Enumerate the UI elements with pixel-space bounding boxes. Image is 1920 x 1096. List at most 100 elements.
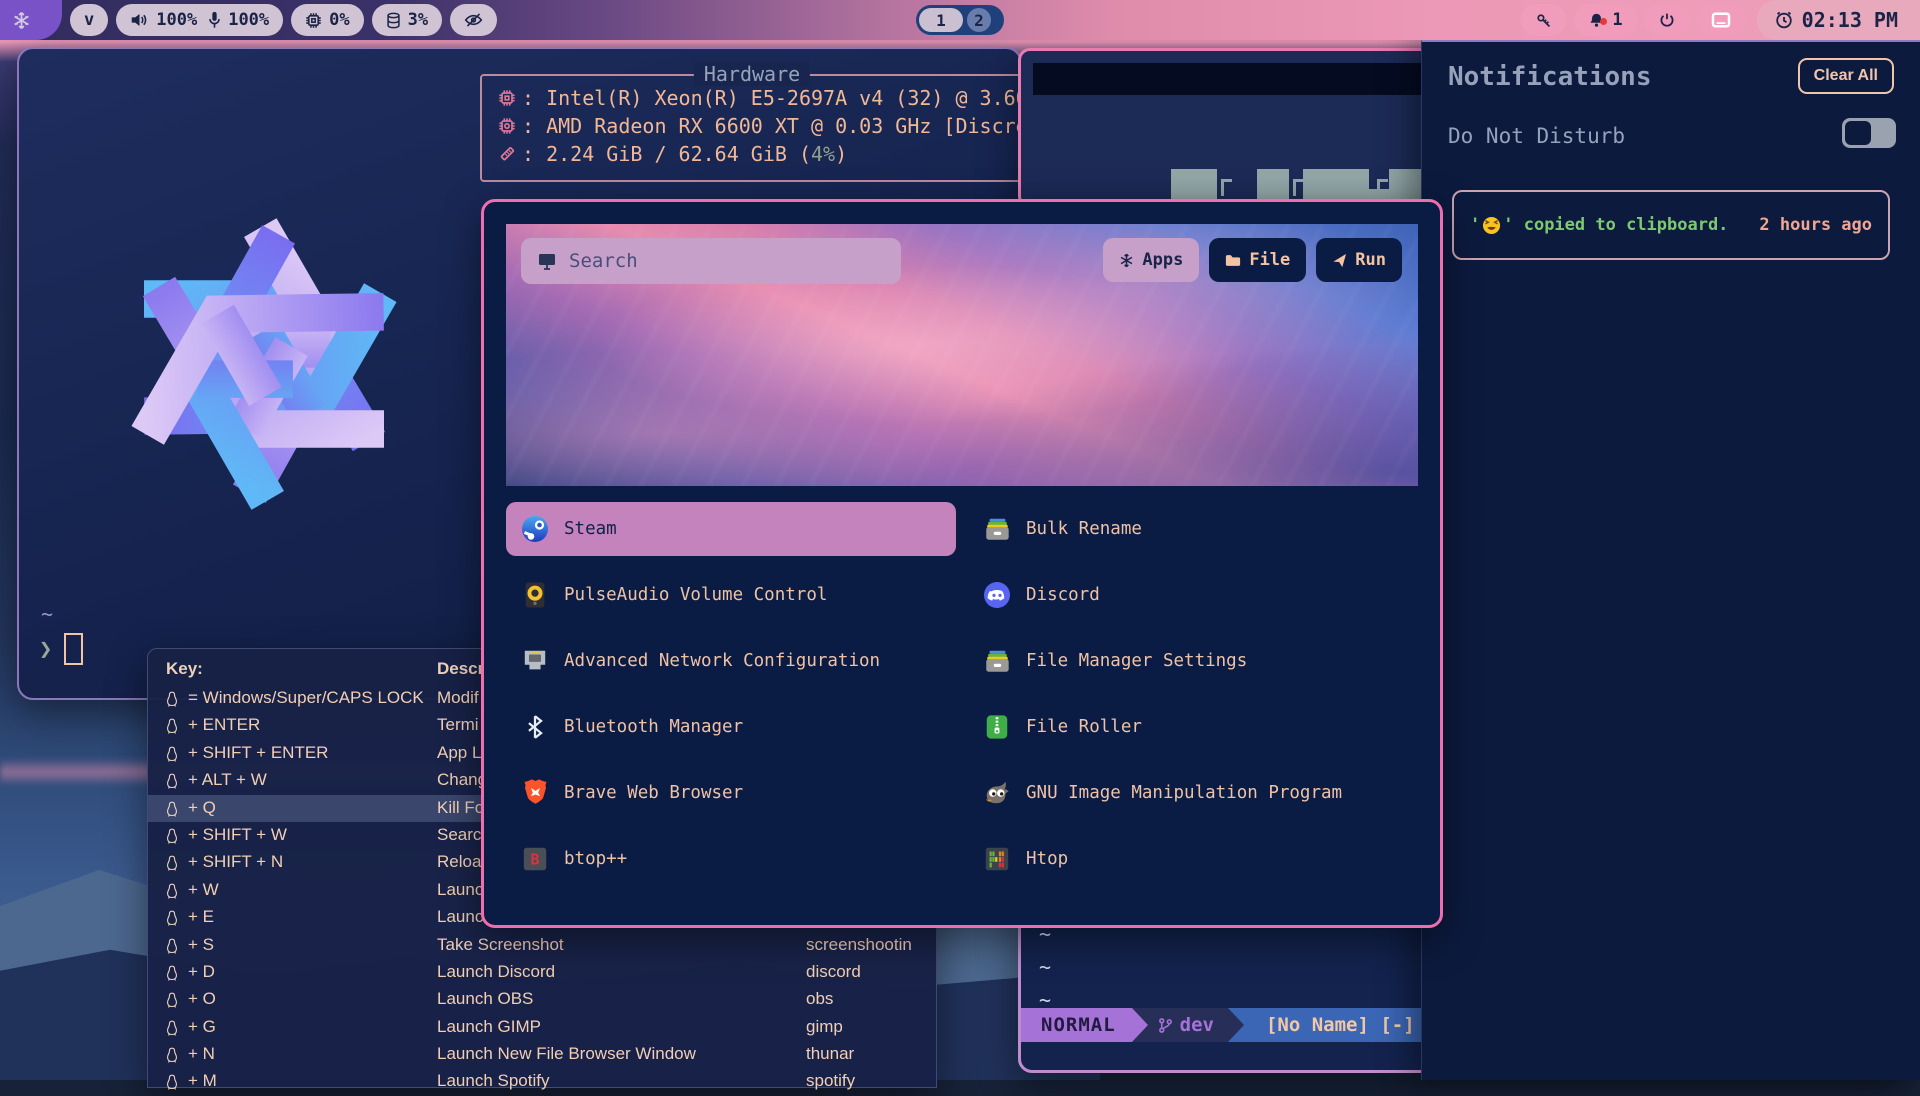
super-key-icon bbox=[166, 855, 178, 871]
app-launcher-window[interactable]: Search Apps File Run bbox=[481, 199, 1443, 928]
memory-info-text: : 2.24 GiB / 62.64 GiB (4%) bbox=[522, 142, 847, 166]
toggle-knob bbox=[1845, 121, 1871, 145]
nvim-git-segment: dev bbox=[1148, 1008, 1228, 1042]
version-widget[interactable]: v bbox=[70, 4, 108, 36]
super-key-icon bbox=[166, 691, 178, 707]
super-key-icon bbox=[166, 718, 178, 734]
cpu-chip-icon bbox=[498, 89, 516, 107]
disk-widget[interactable]: 3% bbox=[372, 4, 442, 36]
app-row-discord[interactable]: Discord bbox=[968, 568, 1418, 622]
hardware-box-title: Hardware bbox=[694, 62, 810, 86]
keybind-description: Launc bbox=[437, 880, 483, 900]
app-row-pulseaudio[interactable]: PulseAudio Volume Control bbox=[506, 568, 956, 622]
cpu-chip-icon bbox=[305, 12, 322, 29]
keybind-description: Chang bbox=[437, 770, 487, 790]
bell-icon bbox=[1588, 12, 1605, 29]
volume-input-value: 100% bbox=[228, 10, 269, 30]
privacy-widget[interactable] bbox=[450, 4, 497, 36]
bluetooth-icon bbox=[520, 712, 550, 742]
super-key-icon bbox=[166, 746, 178, 762]
keybind-key: + D bbox=[188, 962, 215, 982]
file-drawer-icon bbox=[982, 514, 1012, 544]
memory-info-line: : 2.24 GiB / 62.64 GiB (4%) bbox=[498, 140, 1022, 168]
keybind-description: Reloa bbox=[437, 852, 481, 872]
nvim-tilde: ~ bbox=[1039, 955, 1051, 988]
notifications-panel[interactable]: Notifications Clear All Do Not Disturb '… bbox=[1421, 40, 1920, 1080]
workspace-2[interactable]: 2 bbox=[967, 8, 991, 32]
cpu-widget[interactable]: 0% bbox=[291, 4, 363, 36]
volume-widget[interactable]: 100% 100% bbox=[116, 4, 283, 36]
keybind-description: Take Screenshot bbox=[437, 935, 564, 955]
tab-apps[interactable]: Apps bbox=[1103, 238, 1199, 282]
terminal-tilde: ~ bbox=[41, 602, 53, 626]
notification-card[interactable]: ' ' copied to clipboard. 2 hours ago bbox=[1452, 190, 1890, 260]
app-row-htop[interactable]: Htop bbox=[968, 832, 1418, 886]
power-widget[interactable] bbox=[1645, 4, 1689, 36]
app-label: Brave Web Browser bbox=[564, 783, 743, 803]
app-row-bulk-rename[interactable]: Bulk Rename bbox=[968, 502, 1418, 556]
app-row-file-manager-settings[interactable]: File Manager Settings bbox=[968, 634, 1418, 688]
bar-left-widgets: v 100% 100% 0% bbox=[70, 0, 497, 40]
app-label: btop++ bbox=[564, 849, 627, 869]
keybind-command: discord bbox=[806, 962, 861, 982]
git-branch-icon bbox=[1158, 1017, 1173, 1034]
search-placeholder: Search bbox=[569, 250, 638, 272]
app-label: PulseAudio Volume Control bbox=[564, 585, 827, 605]
keybind-row: + MLaunch Spotifyspotify bbox=[148, 1068, 936, 1095]
cpu-usage-value: 0% bbox=[329, 10, 349, 30]
app-row-btop[interactable]: B btop++ bbox=[506, 832, 956, 886]
clear-all-button[interactable]: Clear All bbox=[1798, 58, 1894, 94]
app-row-file-roller[interactable]: File Roller bbox=[968, 700, 1418, 754]
screen-frame-icon bbox=[1711, 12, 1731, 28]
keybind-key: + ENTER bbox=[188, 715, 260, 735]
svg-text:B: B bbox=[531, 851, 540, 869]
app-row-advanced-network[interactable]: Advanced Network Configuration bbox=[506, 634, 956, 688]
keybind-key: + ALT + W bbox=[188, 770, 267, 790]
do-not-disturb-toggle[interactable] bbox=[1842, 118, 1896, 148]
run-send-icon bbox=[1332, 253, 1347, 268]
hardware-info-box: Hardware : Intel(R) Xeon(R) E5-2697A v4 … bbox=[480, 74, 1024, 182]
discord-icon bbox=[982, 580, 1012, 610]
statusline-chevron bbox=[1132, 1008, 1148, 1042]
nvim-mode-segment: NORMAL bbox=[1021, 1008, 1132, 1042]
super-key-icon bbox=[166, 1074, 178, 1090]
search-input[interactable]: Search bbox=[521, 238, 901, 284]
gpu-chip-icon bbox=[498, 117, 516, 135]
notifications-widget[interactable]: 1 bbox=[1574, 4, 1636, 36]
clock-widget[interactable]: 02:13 PM bbox=[1757, 0, 1920, 40]
statusline-chevron bbox=[1228, 1008, 1244, 1042]
app-label: Advanced Network Configuration bbox=[564, 651, 880, 671]
keybinds-widget[interactable] bbox=[1521, 4, 1566, 36]
workspace-1-active[interactable]: 1 bbox=[919, 8, 963, 32]
super-key-icon bbox=[166, 1047, 178, 1063]
notification-dot bbox=[1600, 18, 1607, 25]
do-not-disturb-label: Do Not Disturb bbox=[1448, 124, 1625, 148]
microphone-icon bbox=[208, 11, 221, 29]
database-icon bbox=[386, 12, 401, 29]
notification-timestamp: 2 hours ago bbox=[1759, 215, 1872, 235]
clock-time: 02:13 PM bbox=[1802, 8, 1898, 32]
tab-run[interactable]: Run bbox=[1316, 238, 1402, 282]
keybind-description: App L bbox=[437, 743, 481, 763]
launcher-wallpaper-banner: Search Apps File Run bbox=[506, 224, 1418, 486]
version-label: v bbox=[84, 10, 94, 30]
workspace-switcher: 1 2 bbox=[916, 5, 1004, 35]
folder-icon bbox=[1225, 254, 1241, 267]
launcher-tabs: Apps File Run bbox=[1103, 238, 1402, 282]
htop-icon bbox=[982, 844, 1012, 874]
tab-file[interactable]: File bbox=[1209, 238, 1306, 282]
keybind-command: thunar bbox=[806, 1044, 854, 1064]
shell-prompt[interactable]: ❯ bbox=[39, 633, 83, 665]
keybind-description: Launch Spotify bbox=[437, 1071, 549, 1091]
app-row-gimp[interactable]: GNU Image Manipulation Program bbox=[968, 766, 1418, 820]
nixos-menu-button[interactable] bbox=[0, 0, 62, 40]
app-row-steam[interactable]: Steam bbox=[506, 502, 956, 556]
app-label: Bulk Rename bbox=[1026, 519, 1142, 539]
screenshot-widget[interactable] bbox=[1697, 4, 1745, 36]
keybind-key: + G bbox=[188, 1017, 216, 1037]
super-key-icon bbox=[166, 801, 178, 817]
app-row-bluetooth-manager[interactable]: Bluetooth Manager bbox=[506, 700, 956, 754]
notifications-title: Notifications bbox=[1448, 62, 1652, 92]
notification-message: ' ' copied to clipboard. bbox=[1470, 215, 1728, 235]
app-row-brave[interactable]: Brave Web Browser bbox=[506, 766, 956, 820]
